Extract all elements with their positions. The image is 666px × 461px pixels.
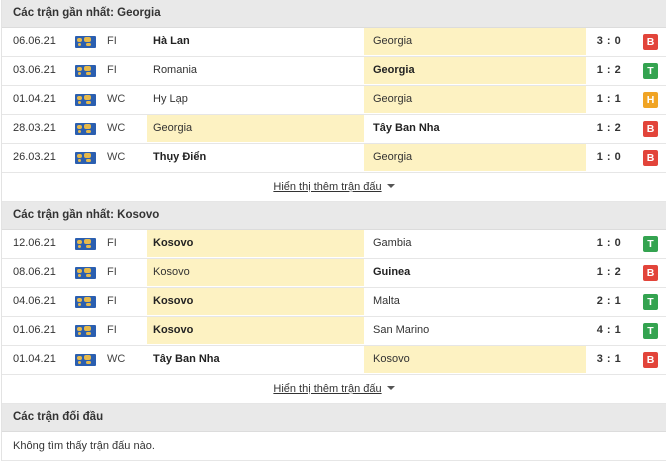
match-row[interactable]: 03.06.21 FI Romania Georgia 1 : 2 T <box>2 57 666 86</box>
match-row[interactable]: 28.03.21 WC Georgia Tây Ban Nha 1 : 2 B <box>2 115 666 144</box>
competition-code: WC <box>107 353 126 365</box>
match-score[interactable]: 1 : 0 <box>586 230 632 257</box>
home-team[interactable]: Hy Lạp <box>147 86 364 113</box>
match-score[interactable]: 3 : 0 <box>586 28 632 55</box>
h2h-section-title: Các trận đối đầu <box>2 404 666 432</box>
section-title: Các trận gần nhất: Kosovo <box>2 202 666 230</box>
match-score[interactable]: 1 : 2 <box>586 115 632 142</box>
match-row[interactable]: 04.06.21 FI Kosovo Malta 2 : 1 T <box>2 288 666 317</box>
competition-code: FI <box>107 295 117 307</box>
match-row[interactable]: 08.06.21 FI Kosovo Guinea 1 : 2 B <box>2 259 666 288</box>
result-badge: T <box>643 323 658 339</box>
home-team[interactable]: Thụy Điển <box>147 144 364 171</box>
competition-code: WC <box>107 93 126 105</box>
match-date: 04.06.21 <box>13 295 56 307</box>
match-row[interactable]: 01.04.21 WC Tây Ban Nha Kosovo 3 : 1 B <box>2 346 666 375</box>
home-team[interactable]: Tây Ban Nha <box>147 346 364 373</box>
match-date: 01.06.21 <box>13 324 56 336</box>
match-row[interactable]: 06.06.21 FI Hà Lan Georgia 3 : 0 B <box>2 28 666 57</box>
section-title: Các trận gần nhất: Georgia <box>2 0 666 28</box>
competition-code: WC <box>107 122 126 134</box>
match-score[interactable]: 3 : 1 <box>586 346 632 373</box>
result-badge: T <box>643 294 658 310</box>
away-team[interactable]: Malta <box>364 288 586 315</box>
sections-container: Các trận gần nhất: Georgia 06.06.21 FI H… <box>2 0 666 404</box>
world-flag-icon <box>75 296 96 308</box>
home-team[interactable]: Kosovo <box>147 259 364 286</box>
away-team[interactable]: Georgia <box>364 57 586 84</box>
world-flag-icon <box>75 94 96 106</box>
world-flag-icon <box>75 267 96 279</box>
show-more-link[interactable]: Hiển thị thêm trận đấu <box>273 181 381 193</box>
caret-down-icon[interactable] <box>386 184 395 188</box>
home-team[interactable]: Kosovo <box>147 230 364 257</box>
match-date: 03.06.21 <box>13 64 56 76</box>
match-score[interactable]: 1 : 1 <box>586 86 632 113</box>
world-flag-icon <box>75 354 96 366</box>
result-badge: B <box>643 121 658 137</box>
match-score[interactable]: 4 : 1 <box>586 317 632 344</box>
world-flag-icon <box>75 325 96 337</box>
away-team[interactable]: San Marino <box>364 317 586 344</box>
show-more-row: Hiển thị thêm trận đấu <box>2 375 666 404</box>
result-badge: T <box>643 63 658 79</box>
world-flag-icon <box>75 123 96 135</box>
result-badge: B <box>643 265 658 281</box>
result-badge: B <box>643 150 658 166</box>
competition-code: FI <box>107 266 117 278</box>
caret-down-icon[interactable] <box>386 386 395 390</box>
match-date: 28.03.21 <box>13 122 56 134</box>
h2h-empty-message: Không tìm thấy trận đấu nào. <box>2 432 666 461</box>
away-team[interactable]: Georgia <box>364 28 586 55</box>
match-score[interactable]: 1 : 2 <box>586 57 632 84</box>
match-row[interactable]: 12.06.21 FI Kosovo Gambia 1 : 0 T <box>2 230 666 259</box>
show-more-row: Hiển thị thêm trận đấu <box>2 173 666 202</box>
match-date: 01.04.21 <box>13 93 56 105</box>
away-team[interactable]: Guinea <box>364 259 586 286</box>
match-row[interactable]: 01.04.21 WC Hy Lạp Georgia 1 : 1 H <box>2 86 666 115</box>
match-date: 08.06.21 <box>13 266 56 278</box>
home-team[interactable]: Georgia <box>147 115 364 142</box>
away-team[interactable]: Kosovo <box>364 346 586 373</box>
home-team[interactable]: Kosovo <box>147 288 364 315</box>
match-date: 12.06.21 <box>13 237 56 249</box>
match-date: 06.06.21 <box>13 35 56 47</box>
result-badge: B <box>643 352 658 368</box>
match-date: 26.03.21 <box>13 151 56 163</box>
competition-code: WC <box>107 151 126 163</box>
world-flag-icon <box>75 36 96 48</box>
match-history-panel: Các trận gần nhất: Georgia 06.06.21 FI H… <box>1 0 666 461</box>
away-team[interactable]: Georgia <box>364 86 586 113</box>
home-team[interactable]: Kosovo <box>147 317 364 344</box>
home-team[interactable]: Romania <box>147 57 364 84</box>
result-badge: H <box>643 92 658 108</box>
competition-code: FI <box>107 64 117 76</box>
match-score[interactable]: 1 : 0 <box>586 144 632 171</box>
match-score[interactable]: 2 : 1 <box>586 288 632 315</box>
world-flag-icon <box>75 152 96 164</box>
match-score[interactable]: 1 : 2 <box>586 259 632 286</box>
result-badge: B <box>643 34 658 50</box>
match-row[interactable]: 01.06.21 FI Kosovo San Marino 4 : 1 T <box>2 317 666 346</box>
match-date: 01.04.21 <box>13 353 56 365</box>
world-flag-icon <box>75 65 96 77</box>
competition-code: FI <box>107 324 117 336</box>
away-team[interactable]: Georgia <box>364 144 586 171</box>
away-team[interactable]: Tây Ban Nha <box>364 115 586 142</box>
result-badge: T <box>643 236 658 252</box>
home-team[interactable]: Hà Lan <box>147 28 364 55</box>
world-flag-icon <box>75 238 96 250</box>
competition-code: FI <box>107 35 117 47</box>
away-team[interactable]: Gambia <box>364 230 586 257</box>
competition-code: FI <box>107 237 117 249</box>
show-more-link[interactable]: Hiển thị thêm trận đấu <box>273 383 381 395</box>
match-row[interactable]: 26.03.21 WC Thụy Điển Georgia 1 : 0 B <box>2 144 666 173</box>
